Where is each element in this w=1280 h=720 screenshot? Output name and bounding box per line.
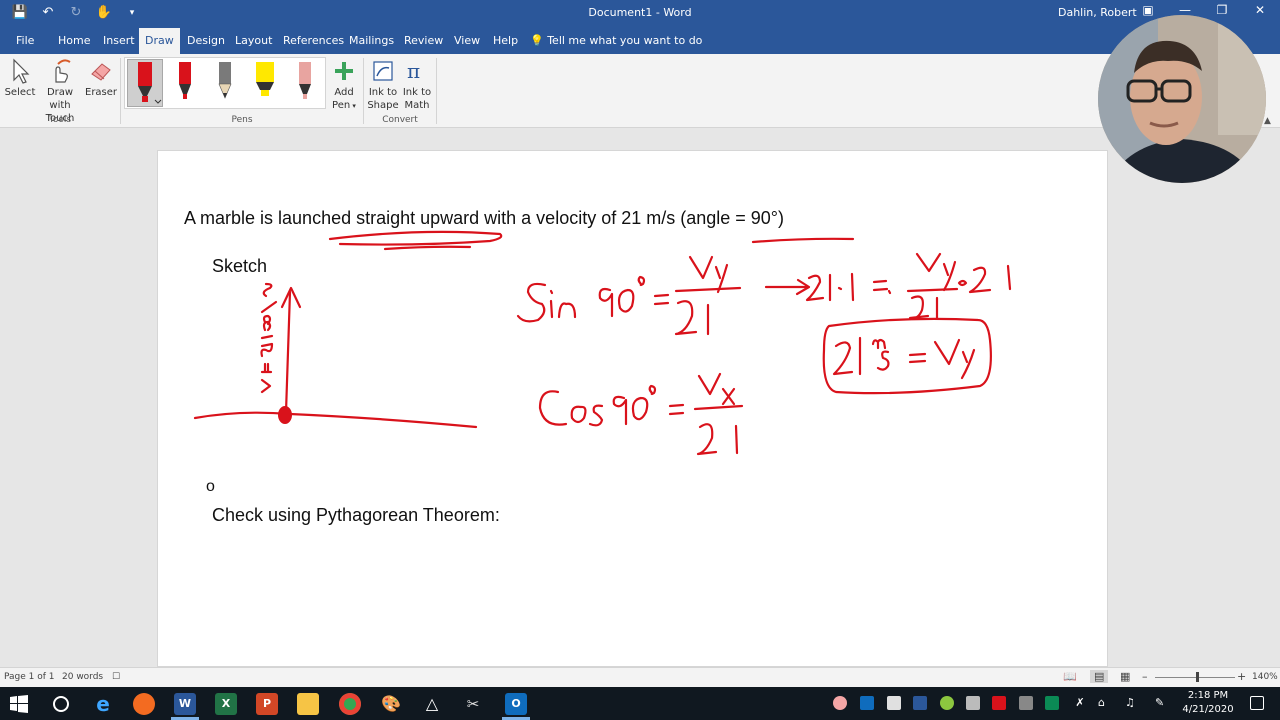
notifications-icon[interactable] (1250, 696, 1264, 710)
pen-workspace-icon[interactable]: ✎ (1155, 696, 1169, 710)
word-count[interactable]: 20 words (62, 672, 103, 682)
windows-taskbar: e W X P 🎨 △ ✂ O ✗ ⌂ ♫ ✎ 2:18 PM 4/21/202… (0, 687, 1280, 720)
ink-arrowhead (280, 286, 302, 309)
clock-date: 4/21/2020 (1182, 704, 1234, 715)
ink-ground-line (193, 411, 478, 429)
ink-cosine-equation (538, 372, 744, 456)
tray-outlook-icon[interactable] (860, 696, 874, 710)
status-bar: Page 1 of 1 20 words ☐ 📖 ▤ ▦ – + 140% (0, 667, 1280, 687)
tray-app-icon[interactable] (833, 696, 847, 710)
file-explorer-icon[interactable] (297, 693, 319, 715)
zoom-in-icon[interactable]: + (1237, 670, 1246, 683)
ink-result-box (822, 317, 992, 395)
zoom-level[interactable]: 140% (1252, 672, 1278, 682)
clock-time: 2:18 PM (1187, 690, 1229, 701)
presenter-video-icon (1098, 15, 1266, 183)
tray-app-icon[interactable] (1045, 696, 1059, 710)
bluetooth-icon[interactable]: ✗ (1073, 696, 1087, 710)
zoom-out-icon[interactable]: – (1142, 670, 1148, 683)
read-mode-icon[interactable]: 📖 (1063, 670, 1077, 683)
print-layout-icon[interactable]: ▤ (1090, 670, 1109, 683)
zoom-slider[interactable] (1155, 677, 1235, 678)
web-layout-icon[interactable]: ▦ (1120, 670, 1130, 683)
page-count[interactable]: Page 1 of 1 (4, 672, 55, 682)
taskbar-clock[interactable]: 2:18 PM 4/21/2020 (1178, 689, 1238, 717)
tray-app-icon[interactable] (1019, 696, 1033, 710)
edge-icon[interactable]: e (92, 693, 114, 715)
ink-sine-equation (516, 255, 742, 336)
tray-app-icon[interactable] (992, 696, 1006, 710)
ink-marble-dot (278, 406, 292, 424)
paint-icon[interactable]: 🎨 (380, 693, 402, 715)
tray-mail-icon[interactable] (887, 696, 901, 710)
proofing-icon[interactable]: ☐ (112, 672, 120, 682)
webcam-overlay (1098, 15, 1266, 183)
word-window: 💾 ↶ ↻ ✋ ▾ Document1 - Word Dahlin, Rober… (0, 0, 1280, 720)
tray-app-icon[interactable] (966, 696, 980, 710)
ink-underline-short (383, 245, 472, 251)
ink-solve-equation (764, 252, 1012, 320)
word-taskbar-icon[interactable]: W (174, 693, 196, 715)
windows-start-icon[interactable] (9, 694, 29, 714)
outlook-icon[interactable]: O (505, 693, 527, 715)
volume-icon[interactable]: ♫ (1125, 696, 1139, 710)
tray-word-icon[interactable] (913, 696, 927, 710)
ink-layer (193, 230, 1012, 456)
powerpoint-icon[interactable]: P (256, 693, 278, 715)
app-icon[interactable]: △ (421, 693, 443, 715)
ink-underline-straight-upward (328, 230, 503, 246)
snip-icon[interactable]: ✂ (462, 693, 484, 715)
zoom-slider-thumb[interactable] (1196, 672, 1199, 682)
ink-velocity-arrow (284, 290, 292, 414)
tray-app-icon[interactable] (940, 696, 954, 710)
cortana-search-icon[interactable] (51, 694, 71, 714)
excel-icon[interactable]: X (215, 693, 237, 715)
ink-underline-angle (751, 237, 855, 244)
chrome-icon[interactable] (339, 693, 361, 715)
wifi-icon[interactable]: ⌂ (1098, 696, 1112, 710)
ink-velocity-label (260, 282, 278, 394)
firefox-icon[interactable] (133, 693, 155, 715)
